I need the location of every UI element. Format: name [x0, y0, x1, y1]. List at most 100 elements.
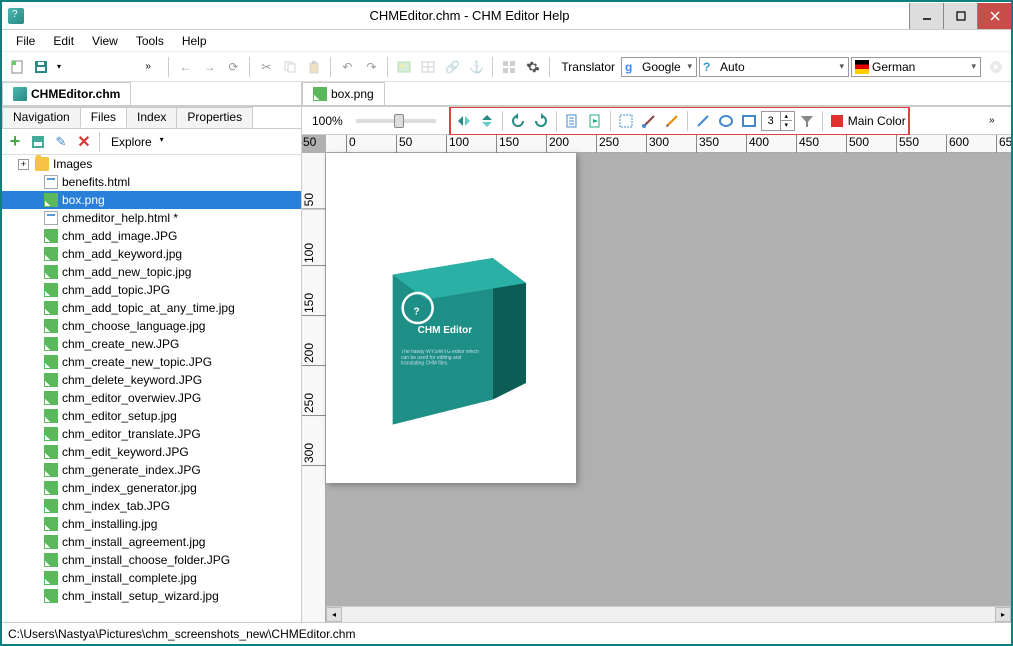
- line-width-spinner[interactable]: ▴▾: [761, 111, 795, 131]
- copy-button[interactable]: [279, 56, 301, 78]
- tree-item[interactable]: box.png: [2, 191, 301, 209]
- table-button[interactable]: [417, 56, 439, 78]
- vertical-ruler: 50100150200250300: [302, 153, 326, 622]
- tree-item[interactable]: chm_create_new_topic.JPG: [2, 353, 301, 371]
- tab-files[interactable]: Files: [80, 107, 127, 128]
- paste-button[interactable]: [303, 56, 325, 78]
- translate-go-button[interactable]: [985, 56, 1007, 78]
- menu-view[interactable]: View: [84, 32, 126, 50]
- redo-button[interactable]: ↷: [360, 56, 382, 78]
- tree-item[interactable]: chm_add_keyword.jpg: [2, 245, 301, 263]
- undo-button[interactable]: ↶: [336, 56, 358, 78]
- save-button[interactable]: [30, 56, 52, 78]
- save-dropdown[interactable]: ▾: [54, 56, 64, 78]
- spin-down[interactable]: ▾: [780, 121, 792, 130]
- maximize-button[interactable]: [943, 3, 977, 29]
- image-file-icon: [44, 229, 58, 243]
- forward-button[interactable]: →: [198, 56, 220, 78]
- doc-tab-chm[interactable]: CHMEditor.chm: [2, 82, 131, 105]
- tree-item[interactable]: chm_edit_keyword.JPG: [2, 443, 301, 461]
- tree-item[interactable]: benefits.html: [2, 173, 301, 191]
- zoom-slider[interactable]: [356, 119, 436, 123]
- scroll-right-button[interactable]: ▸: [995, 607, 1011, 622]
- scroll-left-button[interactable]: ◂: [326, 607, 342, 622]
- tree-item[interactable]: chm_editor_setup.jpg: [2, 407, 301, 425]
- delete-file-button[interactable]: ✕: [73, 130, 95, 154]
- doc-tab-image[interactable]: box.png: [302, 82, 385, 105]
- tree-item[interactable]: chm_install_agreement.jpg: [2, 533, 301, 551]
- tree-item[interactable]: chm_index_tab.JPG: [2, 497, 301, 515]
- auto-icon: ?: [703, 60, 717, 74]
- menu-file[interactable]: File: [8, 32, 43, 50]
- close-button[interactable]: [977, 3, 1011, 29]
- tab-properties[interactable]: Properties: [176, 107, 253, 128]
- new-button[interactable]: [6, 56, 28, 78]
- translator-source-combo[interactable]: ? Auto: [699, 57, 849, 77]
- anchor-button[interactable]: ⚓: [465, 56, 487, 78]
- expander-icon[interactable]: +: [18, 159, 29, 170]
- canvas-area[interactable]: -150-100-5005010015020025030035040045050…: [302, 135, 1011, 622]
- tree-item[interactable]: chm_installing.jpg: [2, 515, 301, 533]
- copy-image-button[interactable]: [561, 110, 583, 132]
- rotate-right-button[interactable]: [530, 110, 552, 132]
- rect-tool-button[interactable]: [738, 110, 760, 132]
- link-button[interactable]: 🔗: [441, 56, 463, 78]
- settings-button[interactable]: [522, 56, 544, 78]
- tree-item[interactable]: chm_add_new_topic.jpg: [2, 263, 301, 281]
- tree-item[interactable]: chm_install_choose_folder.JPG: [2, 551, 301, 569]
- tree-item[interactable]: chm_install_setup_wizard.jpg: [2, 587, 301, 605]
- menu-edit[interactable]: Edit: [45, 32, 82, 50]
- image-toolbar-overflow[interactable]: »: [989, 115, 1003, 126]
- pencil-tool-button[interactable]: [661, 110, 683, 132]
- paste-image-button[interactable]: [584, 110, 606, 132]
- tree-item[interactable]: chm_editor_overwiev.JPG: [2, 389, 301, 407]
- line-tool-button[interactable]: [692, 110, 714, 132]
- line-width-input[interactable]: [762, 115, 780, 127]
- tab-navigation[interactable]: Navigation: [2, 107, 81, 128]
- flip-horizontal-button[interactable]: [453, 110, 475, 132]
- flip-vertical-button[interactable]: [476, 110, 498, 132]
- large-icons-button[interactable]: [498, 56, 520, 78]
- menu-tools[interactable]: Tools: [128, 32, 172, 50]
- menubar: File Edit View Tools Help: [2, 30, 1011, 52]
- explore-dropdown[interactable]: Explore: [104, 132, 167, 152]
- rotate-left-button[interactable]: [507, 110, 529, 132]
- refresh-button[interactable]: ⟳: [222, 56, 244, 78]
- h-scrollbar[interactable]: ◂ ▸: [326, 606, 1011, 622]
- spin-up[interactable]: ▴: [780, 112, 792, 121]
- image-button[interactable]: [393, 56, 415, 78]
- add-file-button[interactable]: +: [4, 130, 26, 154]
- tree-folder-images[interactable]: + Images: [2, 155, 301, 173]
- svg-text:?: ?: [414, 307, 420, 318]
- filter-button[interactable]: [796, 110, 818, 132]
- back-button[interactable]: ←: [174, 56, 196, 78]
- zoom-slider-thumb[interactable]: [394, 114, 404, 128]
- tree-item[interactable]: chmeditor_help.html *: [2, 209, 301, 227]
- translator-target-combo[interactable]: German: [851, 57, 981, 77]
- tree-item[interactable]: chm_add_topic_at_any_time.jpg: [2, 299, 301, 317]
- main-color-swatch[interactable]: [831, 115, 843, 127]
- cut-button[interactable]: ✂: [255, 56, 277, 78]
- file-tree[interactable]: + Images benefits.htmlbox.pngchmeditor_h…: [2, 155, 301, 622]
- tree-item[interactable]: chm_install_complete.jpg: [2, 569, 301, 587]
- translator-engine-combo[interactable]: g Google: [621, 57, 697, 77]
- toolbar-overflow-1[interactable]: »: [145, 61, 159, 72]
- rename-file-button[interactable]: ✎: [50, 130, 72, 154]
- tree-item[interactable]: chm_editor_translate.JPG: [2, 425, 301, 443]
- tree-item[interactable]: chm_create_new.JPG: [2, 335, 301, 353]
- select-tool-button[interactable]: [615, 110, 637, 132]
- tree-item[interactable]: chm_generate_index.JPG: [2, 461, 301, 479]
- save-file-button[interactable]: [27, 130, 49, 154]
- tree-item[interactable]: chm_add_topic.JPG: [2, 281, 301, 299]
- tree-item[interactable]: chm_index_generator.jpg: [2, 479, 301, 497]
- brush-tool-button[interactable]: [638, 110, 660, 132]
- tree-item[interactable]: chm_delete_keyword.JPG: [2, 371, 301, 389]
- image-canvas[interactable]: ? CHM Editor The handy WYSIWYG editor wh…: [326, 153, 576, 483]
- tab-index[interactable]: Index: [126, 107, 177, 128]
- image-file-icon: [44, 445, 58, 459]
- ellipse-tool-button[interactable]: [715, 110, 737, 132]
- tree-item[interactable]: chm_add_image.JPG: [2, 227, 301, 245]
- tree-item[interactable]: chm_choose_language.jpg: [2, 317, 301, 335]
- menu-help[interactable]: Help: [174, 32, 215, 50]
- minimize-button[interactable]: [909, 3, 943, 29]
